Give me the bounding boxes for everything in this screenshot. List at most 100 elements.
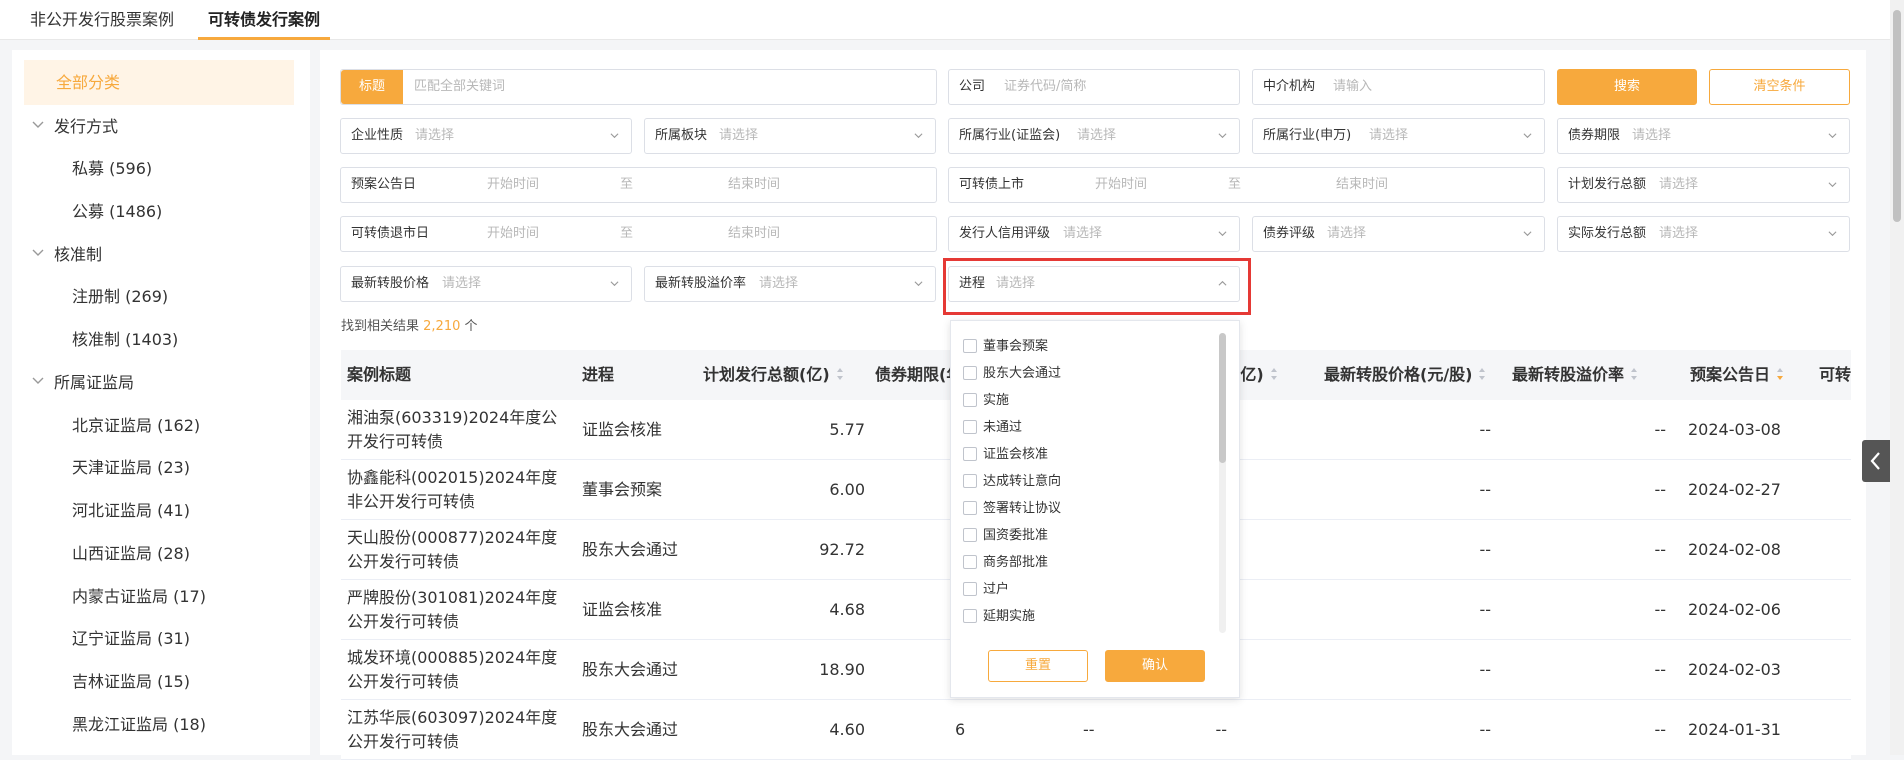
company-field[interactable]: 公司 证券代码/简称 (948, 69, 1240, 105)
title-tag[interactable]: 标题 (341, 70, 403, 104)
delisting-label: 可转债退市日 (351, 226, 430, 241)
latest-premium-select[interactable]: 最新转股溢价率 请选择 (644, 266, 936, 302)
sidebar-item-liaoning[interactable]: 辽宁证监局 (31) (72, 624, 190, 654)
checkbox-icon[interactable] (963, 338, 977, 353)
checkbox-icon[interactable] (963, 446, 977, 461)
top-tab-bar: 非公开发行股票案例 可转债发行案例 (0, 0, 1904, 40)
bond-term-select[interactable]: 债券期限 请选择 (1557, 118, 1850, 154)
end-date-input[interactable]: 结束时间 (728, 168, 780, 202)
sidebar-item-registration[interactable]: 注册制 (269) (72, 282, 168, 312)
title-search-field[interactable]: 标题 匹配全部关键词 (340, 69, 937, 105)
industry-csrc-select[interactable]: 所属行业(证监会) 请选择 (948, 118, 1240, 154)
sidebar-item-jilin[interactable]: 吉林证监局 (15) (72, 667, 190, 697)
actual-amount-select[interactable]: 实际发行总额 请选择 (1557, 216, 1850, 252)
sidebar-group-regulator[interactable]: 所属证监局 (32, 368, 134, 398)
option-checkbox[interactable]: 未通过 (963, 418, 1022, 438)
chevron-down-icon (1523, 231, 1532, 237)
confirm-button[interactable]: 确认 (1105, 650, 1205, 682)
cell-title[interactable]: 江苏华辰(603097)2024年度公开发行可转债 (347, 706, 567, 754)
tab-convertible-bond[interactable]: 可转债发行案例 (197, 0, 331, 40)
search-button[interactable]: 搜索 (1557, 69, 1697, 105)
option-checkbox[interactable]: 延期实施 (963, 607, 1035, 627)
checkbox-icon[interactable] (963, 554, 977, 569)
company-label: 公司 (959, 79, 986, 94)
cell-plan-date: 2024-02-06 (1688, 600, 1781, 619)
option-checkbox[interactable]: 签署转让协议 (963, 499, 1061, 519)
end-date-input[interactable]: 结束时间 (728, 217, 780, 251)
sidebar-item-private[interactable]: 私募 (596) (72, 154, 152, 184)
sort-icon (1479, 367, 1486, 380)
cell-bond-term: 6 (955, 720, 966, 739)
sidebar-item-tianjin[interactable]: 天津证监局 (23) (72, 453, 190, 483)
cell-plan-date: 2024-03-08 (1688, 420, 1781, 439)
delisting-date-range[interactable]: 可转债退市日 开始时间 至 结束时间 (340, 216, 937, 252)
sidebar-item-shanxi[interactable]: 山西证监局 (28) (72, 539, 190, 569)
cell-title[interactable]: 天山股份(000877)2024年度公开发行可转债 (347, 526, 567, 574)
start-date-input[interactable]: 开始时间 (1095, 168, 1147, 202)
sidebar-item-approval[interactable]: 核准制 (1403) (72, 325, 178, 355)
table-row[interactable]: 江苏华辰(603097)2024年度公开发行可转债 股东大会通过 4.60 6 … (341, 700, 1851, 760)
listing-date-range[interactable]: 可转债上市 开始时间 至 结束时间 (948, 167, 1545, 203)
page-scrollbar-thumb[interactable] (1893, 10, 1901, 222)
start-date-input[interactable]: 开始时间 (487, 217, 539, 251)
checkbox-icon[interactable] (963, 500, 977, 515)
option-label: 董事会预案 (983, 339, 1049, 354)
dropdown-scrollbar[interactable] (1219, 333, 1226, 633)
issuer-rating-select[interactable]: 发行人信用评级 请选择 (948, 216, 1240, 252)
option-checkbox[interactable]: 达成转让意向 (963, 472, 1061, 492)
checkbox-icon[interactable] (963, 527, 977, 542)
sidebar-item-hebei[interactable]: 河北证监局 (41) (72, 496, 190, 526)
dropdown-scrollbar-thumb[interactable] (1219, 333, 1226, 463)
checkbox-icon[interactable] (963, 419, 977, 434)
option-checkbox[interactable]: 过户 (963, 580, 1009, 600)
cell-title[interactable]: 湘油泵(603319)2024年度公开发行可转债 (347, 406, 567, 454)
option-checkbox[interactable]: 实施 (963, 391, 1009, 411)
enterprise-nature-select[interactable]: 企业性质 请选择 (340, 118, 632, 154)
option-checkbox[interactable]: 证监会核准 (963, 445, 1048, 465)
title-input[interactable]: 匹配全部关键词 (414, 70, 505, 104)
result-count-suffix: 个 (460, 319, 478, 334)
sidebar-group-issuance[interactable]: 发行方式 (32, 112, 118, 142)
reset-button[interactable]: 重置 (988, 650, 1088, 682)
plan-date-range[interactable]: 预案公告日 开始时间 至 结束时间 (340, 167, 937, 203)
cell-title[interactable]: 严牌股份(301081)2024年度公开发行可转债 (347, 586, 567, 634)
collapse-panel-button[interactable] (1862, 440, 1890, 482)
option-checkbox[interactable]: 商务部批准 (963, 553, 1048, 573)
latest-price-select[interactable]: 最新转股价格 请选择 (340, 266, 632, 302)
option-checkbox[interactable]: 董事会预案 (963, 337, 1048, 357)
sidebar-group-approval[interactable]: 核准制 (32, 240, 102, 270)
bond-rating-select[interactable]: 债券评级 请选择 (1252, 216, 1545, 252)
cell-title[interactable]: 协鑫能科(002015)2024年度非公开发行可转债 (347, 466, 567, 514)
start-date-input[interactable]: 开始时间 (487, 168, 539, 202)
agency-field[interactable]: 中介机构 请输入 (1252, 69, 1545, 105)
sidebar-item-public[interactable]: 公募 (1486) (72, 197, 162, 227)
plan-amount-select[interactable]: 计划发行总额 请选择 (1557, 167, 1850, 203)
sidebar-item-neimenggu[interactable]: 内蒙古证监局 (17) (72, 582, 206, 612)
cell-plan-date: 2024-02-27 (1688, 480, 1781, 499)
end-date-input[interactable]: 结束时间 (1336, 168, 1388, 202)
sidebar-item-beijing[interactable]: 北京证监局 (162) (72, 411, 200, 441)
sidebar-item-heilongjiang[interactable]: 黑龙江证监局 (18) (72, 710, 206, 740)
chevron-down-icon (610, 281, 619, 287)
checkbox-icon[interactable] (963, 365, 977, 380)
select-placeholder: 请选择 (1659, 226, 1699, 241)
th-plan-date[interactable]: 预案公告日 (1690, 350, 1784, 400)
option-checkbox[interactable]: 国资委批准 (963, 526, 1048, 546)
industry-sw-select[interactable]: 所属行业(申万) 请选择 (1252, 118, 1545, 154)
agency-input[interactable]: 请输入 (1333, 70, 1372, 104)
company-input[interactable]: 证券代码/简称 (1004, 70, 1086, 104)
sidebar-item-all[interactable]: 全部分类 (24, 60, 294, 105)
th-latest-price[interactable]: 最新转股价格(元/股) (1324, 350, 1486, 400)
cell-title[interactable]: 城发环境(000885)2024年度公开发行可转债 (347, 646, 567, 694)
th-plan-amount[interactable]: 计划发行总额(亿) (703, 350, 844, 400)
option-checkbox[interactable]: 股东大会通过 (963, 364, 1061, 384)
board-select[interactable]: 所属板块 请选择 (644, 118, 936, 154)
th-latest-premium[interactable]: 最新转股溢价率 (1512, 350, 1638, 400)
clear-conditions-button[interactable]: 清空条件 (1709, 69, 1850, 105)
checkbox-icon[interactable] (963, 392, 977, 407)
checkbox-icon[interactable] (963, 581, 977, 596)
tab-private-placement[interactable]: 非公开发行股票案例 (30, 0, 174, 40)
checkbox-icon[interactable] (963, 608, 977, 623)
checkbox-icon[interactable] (963, 473, 977, 488)
page-scrollbar[interactable] (1890, 0, 1904, 755)
